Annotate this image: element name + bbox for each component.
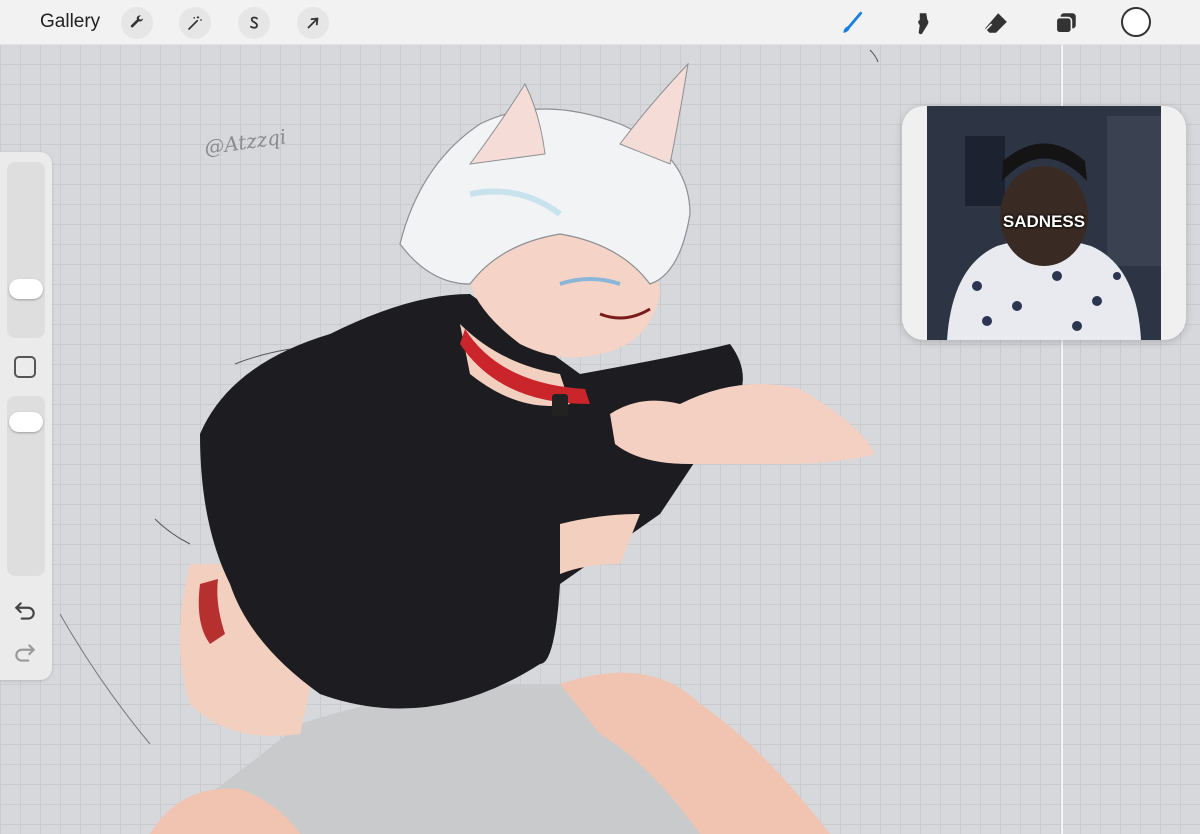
eraser-icon [985,13,1007,33]
selection-s-icon [250,16,258,29]
adjustments-button[interactable] [179,7,211,39]
smudge-tool[interactable] [908,8,938,38]
pip-caption: SADNESS [1002,212,1086,231]
actions-button[interactable] [121,7,153,39]
layers-icon [1055,13,1076,34]
selection-button[interactable] [238,7,270,39]
layers-tool[interactable] [1051,8,1081,38]
wrench-icon [130,15,143,28]
top-toolbar: Gallery [0,0,1200,45]
eraser-tool[interactable] [981,8,1011,38]
left-sidebar [0,152,52,680]
undo-button[interactable] [12,598,40,626]
opacity-thumb[interactable] [9,412,43,432]
brush-size-thumb[interactable] [9,279,43,299]
brush-size-slider[interactable] [7,162,45,338]
gallery-button[interactable]: Gallery [40,11,100,33]
undo-icon [14,602,35,620]
picture-in-picture-video[interactable]: SADNESS [902,106,1186,340]
color-swatch[interactable] [1121,7,1151,37]
magic-wand-icon [188,16,202,30]
modify-button[interactable] [14,356,36,378]
redo-button[interactable] [12,640,40,668]
pip-video-frame: SADNESS [927,106,1161,340]
brush-tool[interactable] [837,8,867,38]
redo-icon [15,644,36,662]
smudge-icon [918,13,929,35]
transform-button[interactable] [297,7,329,39]
arrow-cursor-icon [307,17,319,29]
brush-icon [843,11,863,33]
